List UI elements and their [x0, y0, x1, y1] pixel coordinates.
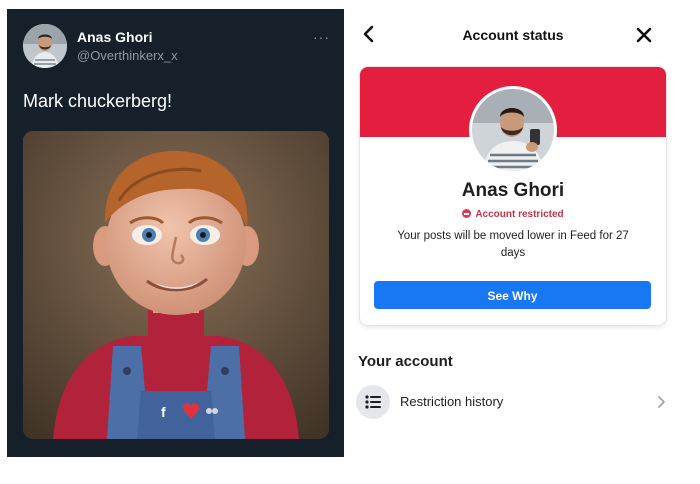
restriction-description: Your posts will be moved lower in Feed f…	[397, 230, 629, 259]
more-options-icon[interactable]: ···	[313, 29, 330, 45]
status-badge: Account restricted	[360, 209, 666, 220]
restriction-history-label: Restriction history	[400, 394, 504, 409]
svg-text:f: f	[161, 404, 166, 420]
page-title: Account status	[462, 27, 564, 43]
close-icon[interactable]	[634, 25, 654, 45]
puppet-photo-icon: f	[23, 131, 329, 439]
profile-name: Anas Ghori	[461, 180, 565, 201]
author-name[interactable]: Anas Ghori	[77, 29, 152, 45]
tweet-text: Mark chuckerberg!	[23, 91, 173, 111]
author-avatar[interactable]	[23, 24, 67, 68]
profile-picture	[472, 89, 554, 171]
tweet-card: Anas Ghori @Overthinkerx_x ··· Mark chuc…	[7, 9, 344, 457]
profile-photo-icon	[472, 89, 554, 171]
restricted-icon	[462, 209, 472, 218]
tweet-photo[interactable]: f	[23, 131, 329, 439]
top-bar: Account status	[348, 9, 678, 61]
avatar-photo-icon	[23, 24, 67, 68]
author-handle[interactable]: @Overthinkerx_x	[77, 48, 178, 63]
see-why-button[interactable]: See Why	[374, 281, 651, 309]
restriction-history-item[interactable]: Restriction history	[356, 385, 670, 419]
list-icon-container	[356, 385, 390, 419]
status-label: Account restricted	[475, 209, 564, 220]
account-status-screen: Account status Anas Ghori Account restri…	[348, 9, 678, 457]
chevron-right-icon	[658, 396, 665, 408]
account-status-card: Anas Ghori Account restricted Your posts…	[360, 67, 666, 325]
list-icon	[365, 395, 381, 409]
section-title-your-account: Your account	[358, 353, 453, 370]
